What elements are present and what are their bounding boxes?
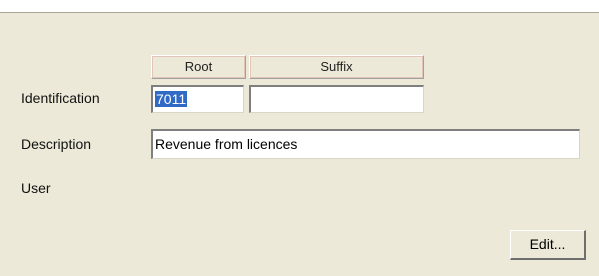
root-value-selection: 7011 [155,91,188,107]
user-label: User [21,180,51,196]
root-column-header: Root [151,55,246,79]
suffix-column-header: Suffix [249,55,424,79]
top-strip [0,0,599,13]
suffix-input[interactable] [249,85,424,113]
root-input[interactable]: 7011 [151,85,244,113]
edit-button[interactable]: Edit... [510,230,586,260]
description-label: Description [21,136,92,152]
identification-label: Identification [21,90,100,106]
description-input[interactable]: Revenue from licences [151,129,580,159]
description-value: Revenue from licences [155,136,298,152]
